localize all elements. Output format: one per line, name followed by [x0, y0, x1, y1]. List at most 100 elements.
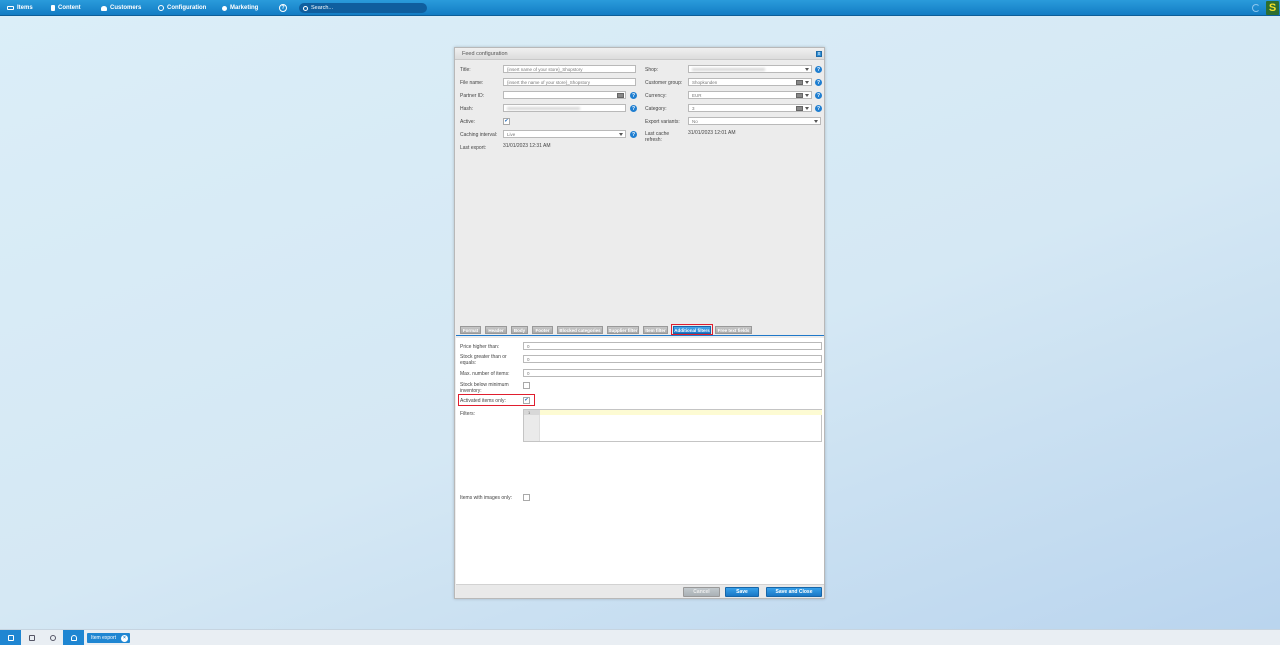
filters-label: Filters: — [460, 411, 475, 417]
close-window-button[interactable]: x — [816, 51, 822, 57]
bottom-taskbar: Item export × — [0, 629, 1280, 645]
last-cache-refresh-value: 31/01/2023 12:01 AM — [688, 130, 736, 136]
chevron-down-icon — [805, 68, 809, 71]
tab-supplier-filter[interactable]: Supplier filter — [607, 326, 639, 334]
cancel-button[interactable]: Cancel — [683, 587, 720, 597]
grid-icon[interactable] — [796, 106, 803, 111]
file-name-input[interactable]: {insert the name of your store}_Shopstor… — [503, 78, 636, 86]
tab-format[interactable]: Format — [460, 326, 481, 334]
customer-group-help-icon[interactable]: ? — [815, 79, 822, 86]
filters-code-editor[interactable]: 1 — [523, 409, 822, 442]
tab-item-filter[interactable]: Item filter — [643, 326, 668, 334]
tab-body[interactable]: Body — [511, 326, 528, 334]
file-name-label: File name: — [460, 80, 484, 86]
currency-value: EUR — [692, 93, 702, 98]
items-with-images-label: Items with images only: — [460, 495, 512, 501]
close-icon[interactable]: × — [121, 634, 128, 642]
marketing-icon — [222, 5, 227, 11]
customer-group-label: Customer group: — [645, 80, 683, 86]
nav-configuration[interactable]: Configuration — [158, 0, 206, 16]
caching-interval-help-icon[interactable]: ? — [630, 131, 637, 138]
caching-interval-select[interactable]: Live — [503, 130, 626, 138]
export-variants-value: No — [692, 119, 698, 124]
hash-input[interactable] — [503, 104, 626, 112]
task-label: Item export — [91, 635, 117, 641]
nav-marketing[interactable]: Marketing — [222, 0, 258, 16]
chevron-down-icon — [619, 133, 623, 136]
currency-label: Currency: — [645, 93, 667, 99]
task-item-export[interactable]: Item export × — [87, 633, 130, 643]
shopware-logo: S — [1266, 1, 1279, 15]
hash-help-icon[interactable]: ? — [630, 105, 637, 112]
partner-id-label: Partner ID: — [460, 93, 485, 99]
search-placeholder: Search... — [311, 5, 334, 11]
chevron-down-icon — [805, 107, 809, 110]
exit-button[interactable] — [0, 630, 21, 645]
additional-filters-panel: Price higher than: 0 Stock greater than … — [456, 338, 824, 584]
grid-icon[interactable] — [617, 93, 624, 98]
items-with-images-checkbox[interactable] — [523, 494, 530, 501]
tab-bar: Format Header Body Footer Blocked catego… — [456, 324, 824, 336]
currency-select[interactable]: EUR — [688, 91, 812, 99]
nav-content-label: Content — [58, 5, 81, 11]
activated-items-highlight-box — [458, 394, 535, 406]
editor-gutter-active-line — [524, 410, 540, 415]
search-icon — [303, 5, 308, 11]
clock-button[interactable] — [42, 630, 63, 645]
window-title-bar: Feed configuration x — [455, 48, 824, 60]
category-select[interactable]: 3 — [688, 104, 812, 112]
shop-help-icon[interactable]: ? — [815, 66, 822, 73]
nav-marketing-label: Marketing — [230, 5, 259, 11]
price-higher-input[interactable]: 0 — [523, 342, 822, 350]
max-items-label: Max. number of items: — [460, 371, 510, 377]
nav-items[interactable]: Items — [7, 0, 33, 16]
tab-header[interactable]: Header — [485, 326, 507, 334]
partner-id-help-icon[interactable]: ? — [630, 92, 637, 99]
shop-label: Shop: — [645, 67, 659, 73]
customers-icon — [101, 5, 107, 11]
hash-label: Hash: — [460, 106, 474, 112]
currency-help-icon[interactable]: ? — [815, 92, 822, 99]
exit-icon — [7, 635, 14, 641]
last-export-value: 31/01/2023 12:31 AM — [503, 143, 551, 149]
top-navigation-bar: Items Content Customers Configuration Ma… — [0, 0, 1280, 16]
nav-customers[interactable]: Customers — [101, 0, 141, 16]
content-icon — [51, 5, 55, 11]
tab-blocked-categories[interactable]: Blocked categories — [557, 326, 603, 334]
stock-greater-input[interactable]: 0 — [523, 355, 822, 363]
customer-group-select[interactable]: Shopkunden — [688, 78, 812, 86]
chevron-down-icon — [805, 81, 809, 84]
search-input[interactable]: Search... — [299, 3, 427, 13]
shop-select[interactable] — [688, 65, 812, 73]
save-and-close-button[interactable]: Save and Close — [766, 587, 822, 597]
help-icon[interactable]: ? — [279, 4, 287, 12]
tab-free-text-fields[interactable]: Free text fields — [715, 326, 752, 334]
tab-footer[interactable]: Footer — [532, 326, 553, 334]
export-variants-select[interactable]: No — [688, 117, 821, 125]
stock-below-checkbox[interactable] — [523, 382, 530, 389]
max-items-input[interactable]: 0 — [523, 369, 822, 377]
chevron-down-icon — [805, 94, 809, 97]
notifications-button[interactable] — [63, 630, 84, 645]
last-export-label: Last export: — [460, 145, 487, 151]
tab-highlight-box — [671, 324, 713, 335]
stock-greater-label: Stock greater than or equals: — [460, 354, 507, 366]
partner-id-input[interactable] — [503, 91, 626, 99]
price-higher-label: Price higher than: — [460, 344, 500, 350]
windows-button[interactable] — [21, 630, 42, 645]
category-help-icon[interactable]: ? — [815, 105, 822, 112]
title-input[interactable]: {insert name of your store}_Shopstory — [503, 65, 636, 73]
nav-configuration-label: Configuration — [167, 5, 207, 11]
caching-interval-value: Live — [507, 132, 516, 137]
category-value: 3 — [692, 106, 695, 111]
editor-active-line — [540, 410, 822, 415]
active-checkbox[interactable]: ✔ — [503, 118, 510, 125]
export-variants-label: Export variants: — [645, 119, 680, 125]
last-cache-refresh-label: Last cache refresh: — [645, 131, 670, 143]
refresh-icon[interactable] — [1252, 4, 1260, 12]
grid-icon[interactable] — [796, 80, 803, 85]
clock-icon — [49, 635, 56, 641]
save-button[interactable]: Save — [725, 587, 759, 597]
grid-icon[interactable] — [796, 93, 803, 98]
nav-content[interactable]: Content — [51, 0, 81, 16]
